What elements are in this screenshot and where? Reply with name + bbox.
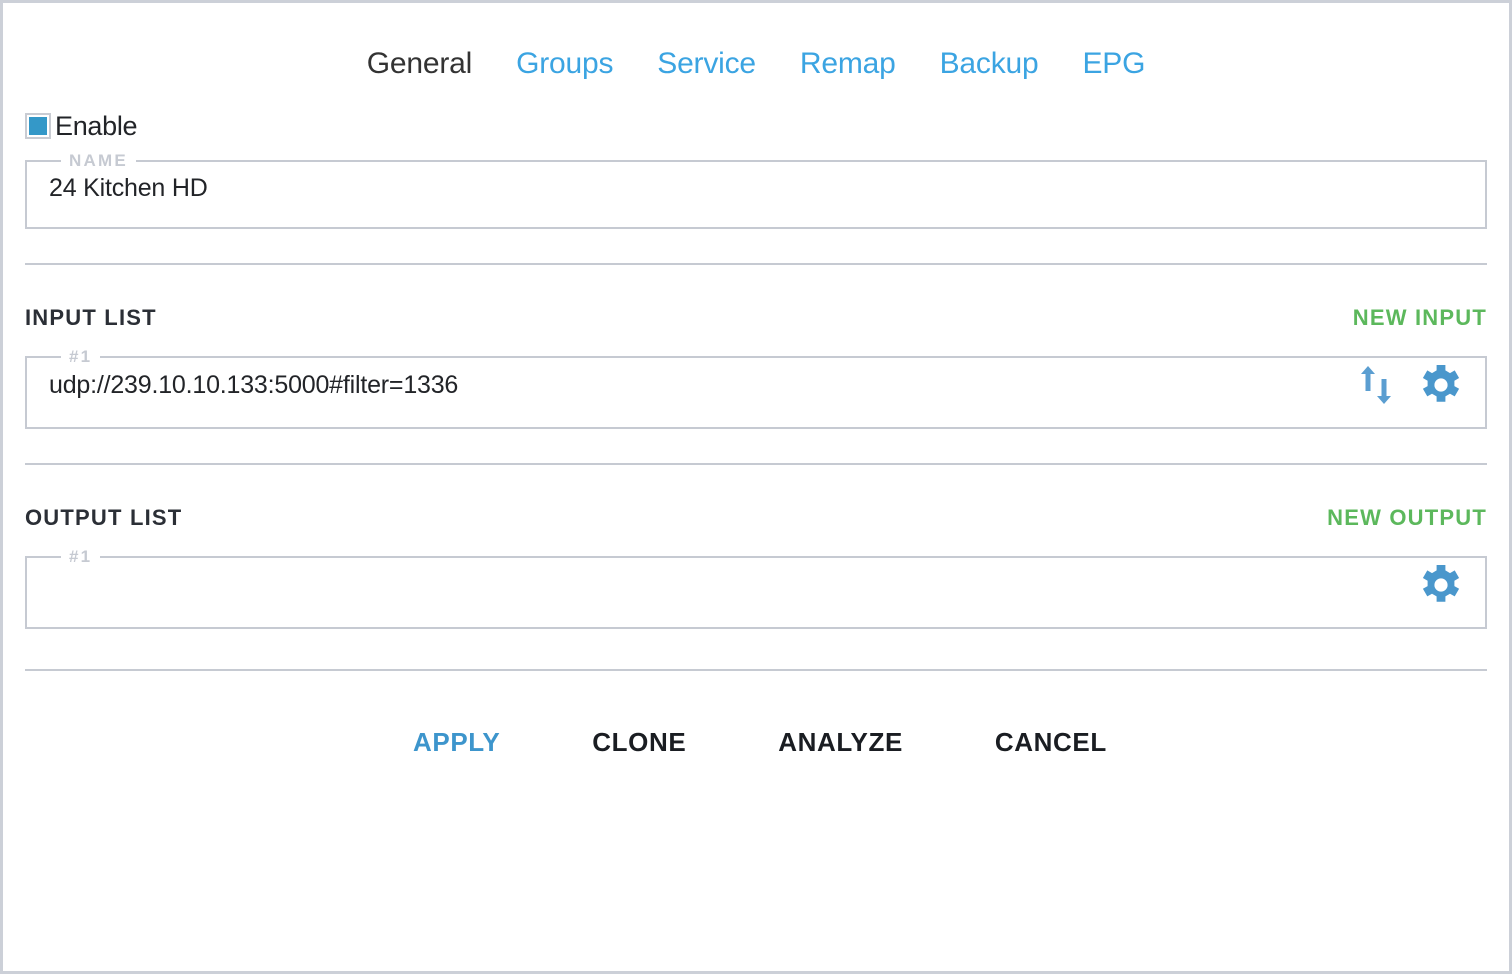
output-list-title: OUTPUT LIST [25, 505, 183, 530]
input-row-1-url[interactable]: udp://239.10.10.133:5000#filter=1336 [49, 371, 1359, 400]
divider-after-name [25, 263, 1487, 265]
tab-groups[interactable]: Groups [516, 49, 613, 79]
input-list-header: INPUT LIST NEW INPUT [25, 305, 1487, 331]
new-output-button[interactable]: NEW OUTPUT [1327, 505, 1487, 531]
enable-label: Enable [55, 110, 138, 141]
settings-content: Enable NAME 24 Kitchen HD INPUT LIST NEW… [3, 111, 1509, 758]
cancel-button[interactable]: CANCEL [995, 727, 1107, 758]
tab-general[interactable]: General [367, 49, 473, 79]
gear-icon[interactable] [1419, 363, 1463, 407]
output-row-1-inner [49, 559, 1469, 611]
apply-button[interactable]: APPLY [413, 727, 500, 758]
divider-after-input-list [25, 463, 1487, 465]
analyze-button[interactable]: ANALYZE [778, 727, 903, 758]
input-list-title: INPUT LIST [25, 305, 157, 330]
output-row-1[interactable]: #1 [25, 547, 1487, 629]
enable-checkbox[interactable] [25, 113, 51, 139]
input-row-1-inner: udp://239.10.10.133:5000#filter=1336 [49, 359, 1469, 411]
tab-backup[interactable]: Backup [940, 49, 1039, 79]
tab-bar: General Groups Service Remap Backup EPG [3, 3, 1509, 89]
sort-arrows-icon[interactable] [1359, 365, 1393, 405]
tab-service[interactable]: Service [657, 49, 756, 79]
tab-remap[interactable]: Remap [800, 49, 896, 79]
enable-row: Enable [25, 111, 1487, 141]
gear-icon[interactable] [1419, 563, 1463, 607]
new-input-button[interactable]: NEW INPUT [1353, 305, 1487, 331]
output-row-1-icons [1419, 563, 1469, 607]
input-row-1-icons [1359, 363, 1469, 407]
checkbox-checked-fill [29, 117, 47, 135]
name-fieldset[interactable]: NAME 24 Kitchen HD [25, 151, 1487, 229]
input-row-1[interactable]: #1 udp://239.10.10.133:5000#filter=1336 [25, 347, 1487, 429]
footer-actions: APPLY CLONE ANALYZE CANCEL [25, 671, 1487, 758]
clone-button[interactable]: CLONE [592, 727, 686, 758]
name-input[interactable]: 24 Kitchen HD [49, 165, 1463, 211]
output-list-header: OUTPUT LIST NEW OUTPUT [25, 505, 1487, 531]
settings-window: General Groups Service Remap Backup EPG … [0, 0, 1512, 974]
tab-epg[interactable]: EPG [1083, 49, 1146, 79]
